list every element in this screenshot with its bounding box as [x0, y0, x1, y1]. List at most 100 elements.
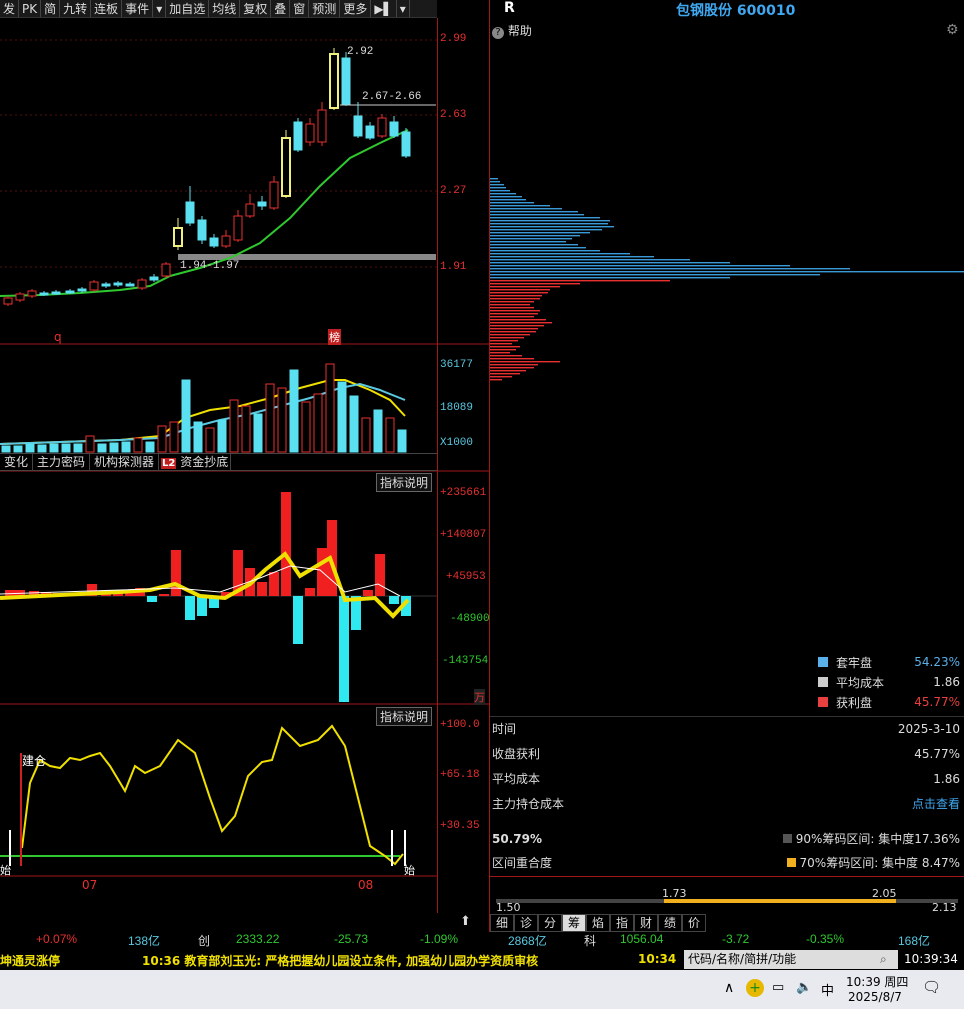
toolbar-btn-7[interactable]: 加自选: [166, 0, 210, 17]
chip-bar: [490, 289, 550, 291]
expand-up-icon[interactable]: ⬆: [460, 914, 471, 929]
chip-bar: [490, 199, 526, 201]
volume-bar: [97, 443, 107, 453]
bottom-tab-7[interactable]: 绩: [658, 914, 682, 932]
chip-bar: [490, 181, 500, 183]
candle-body: [341, 57, 351, 105]
candle-body: [329, 53, 339, 109]
tab-institution[interactable]: 机构探测器: [90, 454, 160, 470]
bottom-tab-4[interactable]: 焰: [586, 914, 610, 932]
candle-body: [365, 125, 375, 139]
help-link[interactable]: ? 帮助: [492, 22, 532, 39]
settings-gear-icon[interactable]: ⚙: [946, 22, 959, 38]
tab-l2[interactable]: L2 资金抄底: [159, 454, 232, 470]
ime-indicator[interactable]: 中: [821, 980, 834, 999]
candle-body: [317, 109, 327, 143]
chip-bar: [490, 295, 542, 297]
vol-axis-2: 18089: [440, 402, 474, 414]
toolbar-btn-10[interactable]: 叠: [271, 0, 291, 17]
app-tray-icon[interactable]: +: [746, 979, 764, 997]
news-ticker: 坤通灵涨停 10:36 教育部刘玉光: 严格把握幼儿园设立条件, 加强幼儿园办学…: [0, 950, 964, 970]
ticker-main[interactable]: 10:36 教育部刘玉光: 严格把握幼儿园设立条件, 加强幼儿园办学资质审核: [142, 952, 538, 969]
bottom-tab-3[interactable]: 筹: [562, 914, 586, 932]
toolbar-btn-8[interactable]: 均线: [209, 0, 241, 17]
toolbar-btn-3[interactable]: 九转: [60, 0, 92, 17]
toolbar-btn-11[interactable]: 窗: [290, 0, 310, 17]
chip-bar: [490, 232, 590, 234]
network-icon[interactable]: ▭: [772, 980, 784, 995]
profit-value: 45.77%: [914, 746, 960, 761]
taskbar: ∧ + ▭ 🔈 中 10:39 周四 2025/8/7 🗨: [0, 970, 964, 1009]
candle-body: [185, 201, 195, 224]
chevron-up-icon[interactable]: ∧: [724, 980, 734, 996]
chip-bar: [490, 268, 850, 270]
indicator-desc-button[interactable]: 指标说明: [376, 473, 433, 492]
candle-body: [149, 276, 159, 281]
toolbar-btn-4[interactable]: 连板: [91, 0, 123, 17]
toolbar-btn-2[interactable]: 简: [41, 0, 61, 17]
tab-change[interactable]: 变化: [0, 454, 34, 470]
bottom-tab-5[interactable]: 指: [610, 914, 634, 932]
bottom-tab-1[interactable]: 诊: [514, 914, 538, 932]
volume-bar: [301, 401, 311, 453]
notification-icon[interactable]: 🗨: [922, 978, 941, 996]
legend-label: 套牢盘: [836, 655, 873, 670]
bottom-tab-0[interactable]: 细: [490, 914, 514, 932]
legend-swatch: [818, 657, 828, 667]
taskbar-date[interactable]: 2025/8/7: [848, 990, 902, 1004]
volume-icon[interactable]: 🔈: [796, 980, 812, 995]
volume-bar: [289, 369, 299, 453]
toolbar-btn-5[interactable]: 事件: [122, 0, 154, 17]
candle-body: [281, 137, 291, 197]
status-idx-3: 1056.04: [620, 932, 664, 946]
macd-bar: [197, 596, 207, 616]
candle-body: [293, 121, 303, 151]
tab-main-code[interactable]: 主力密码: [33, 454, 91, 470]
chip-bar: [490, 277, 730, 279]
macd-axis-3: +45953: [446, 571, 486, 583]
volume-bar: [265, 383, 275, 453]
macd-bar: [5, 590, 15, 596]
indicator-desc-button-2[interactable]: 指标说明: [376, 707, 433, 726]
chip-bar: [490, 349, 516, 351]
chip-bar: [490, 304, 530, 306]
main-cost-link[interactable]: 点击查看: [912, 795, 960, 812]
chip-bar: [490, 229, 602, 231]
chip-bar: [490, 367, 534, 369]
toolbar-btn-0[interactable]: 发: [0, 0, 20, 17]
bottom-tab-8[interactable]: 价: [682, 914, 706, 932]
chip-bar: [490, 286, 560, 288]
toolbar-btn-14[interactable]: ▶▌: [371, 0, 397, 17]
search-icon[interactable]: ⌕: [880, 952, 887, 967]
search-input[interactable]: 代码/名称/简拼/功能: [684, 950, 898, 969]
q-mark: q: [54, 330, 62, 344]
c90-label: 90%筹码区间: 集中度17.36%: [795, 832, 960, 846]
bottom-tab-6[interactable]: 财: [634, 914, 658, 932]
volume-bar: [157, 425, 167, 453]
toolbar-btn-6[interactable]: ▾: [153, 0, 167, 17]
chip-bar: [490, 355, 522, 357]
volume-bar: [49, 443, 59, 453]
toolbar-btn-9[interactable]: 复权: [240, 0, 272, 17]
toolbar-btn-15[interactable]: ▾: [397, 0, 410, 17]
macd-bar: [159, 594, 169, 596]
status-pct-2: -1.09%: [420, 932, 459, 946]
chip-bar: [490, 361, 560, 363]
bottom-tab-2[interactable]: 分: [538, 914, 562, 932]
chip-bar: [490, 373, 520, 375]
legend-label: 平均成本: [836, 675, 885, 690]
chip-bar: [490, 298, 540, 300]
macd-bar: [389, 596, 399, 604]
taskbar-time[interactable]: 10:39 周四: [846, 973, 908, 990]
toolbar-btn-1[interactable]: PK: [19, 0, 42, 17]
candle-body: [113, 282, 123, 286]
high-label: 2.92: [347, 46, 374, 58]
candle-body: [305, 123, 315, 143]
chip-bar: [490, 340, 518, 342]
status-chuang: 创: [198, 934, 211, 948]
chip-bar: [490, 208, 562, 210]
toolbar-btn-12[interactable]: 预测: [309, 0, 341, 17]
toolbar-btn-13[interactable]: 更多: [340, 0, 372, 17]
ticker-left: 坤通灵涨停: [0, 954, 61, 968]
volume-bar: [121, 441, 131, 453]
